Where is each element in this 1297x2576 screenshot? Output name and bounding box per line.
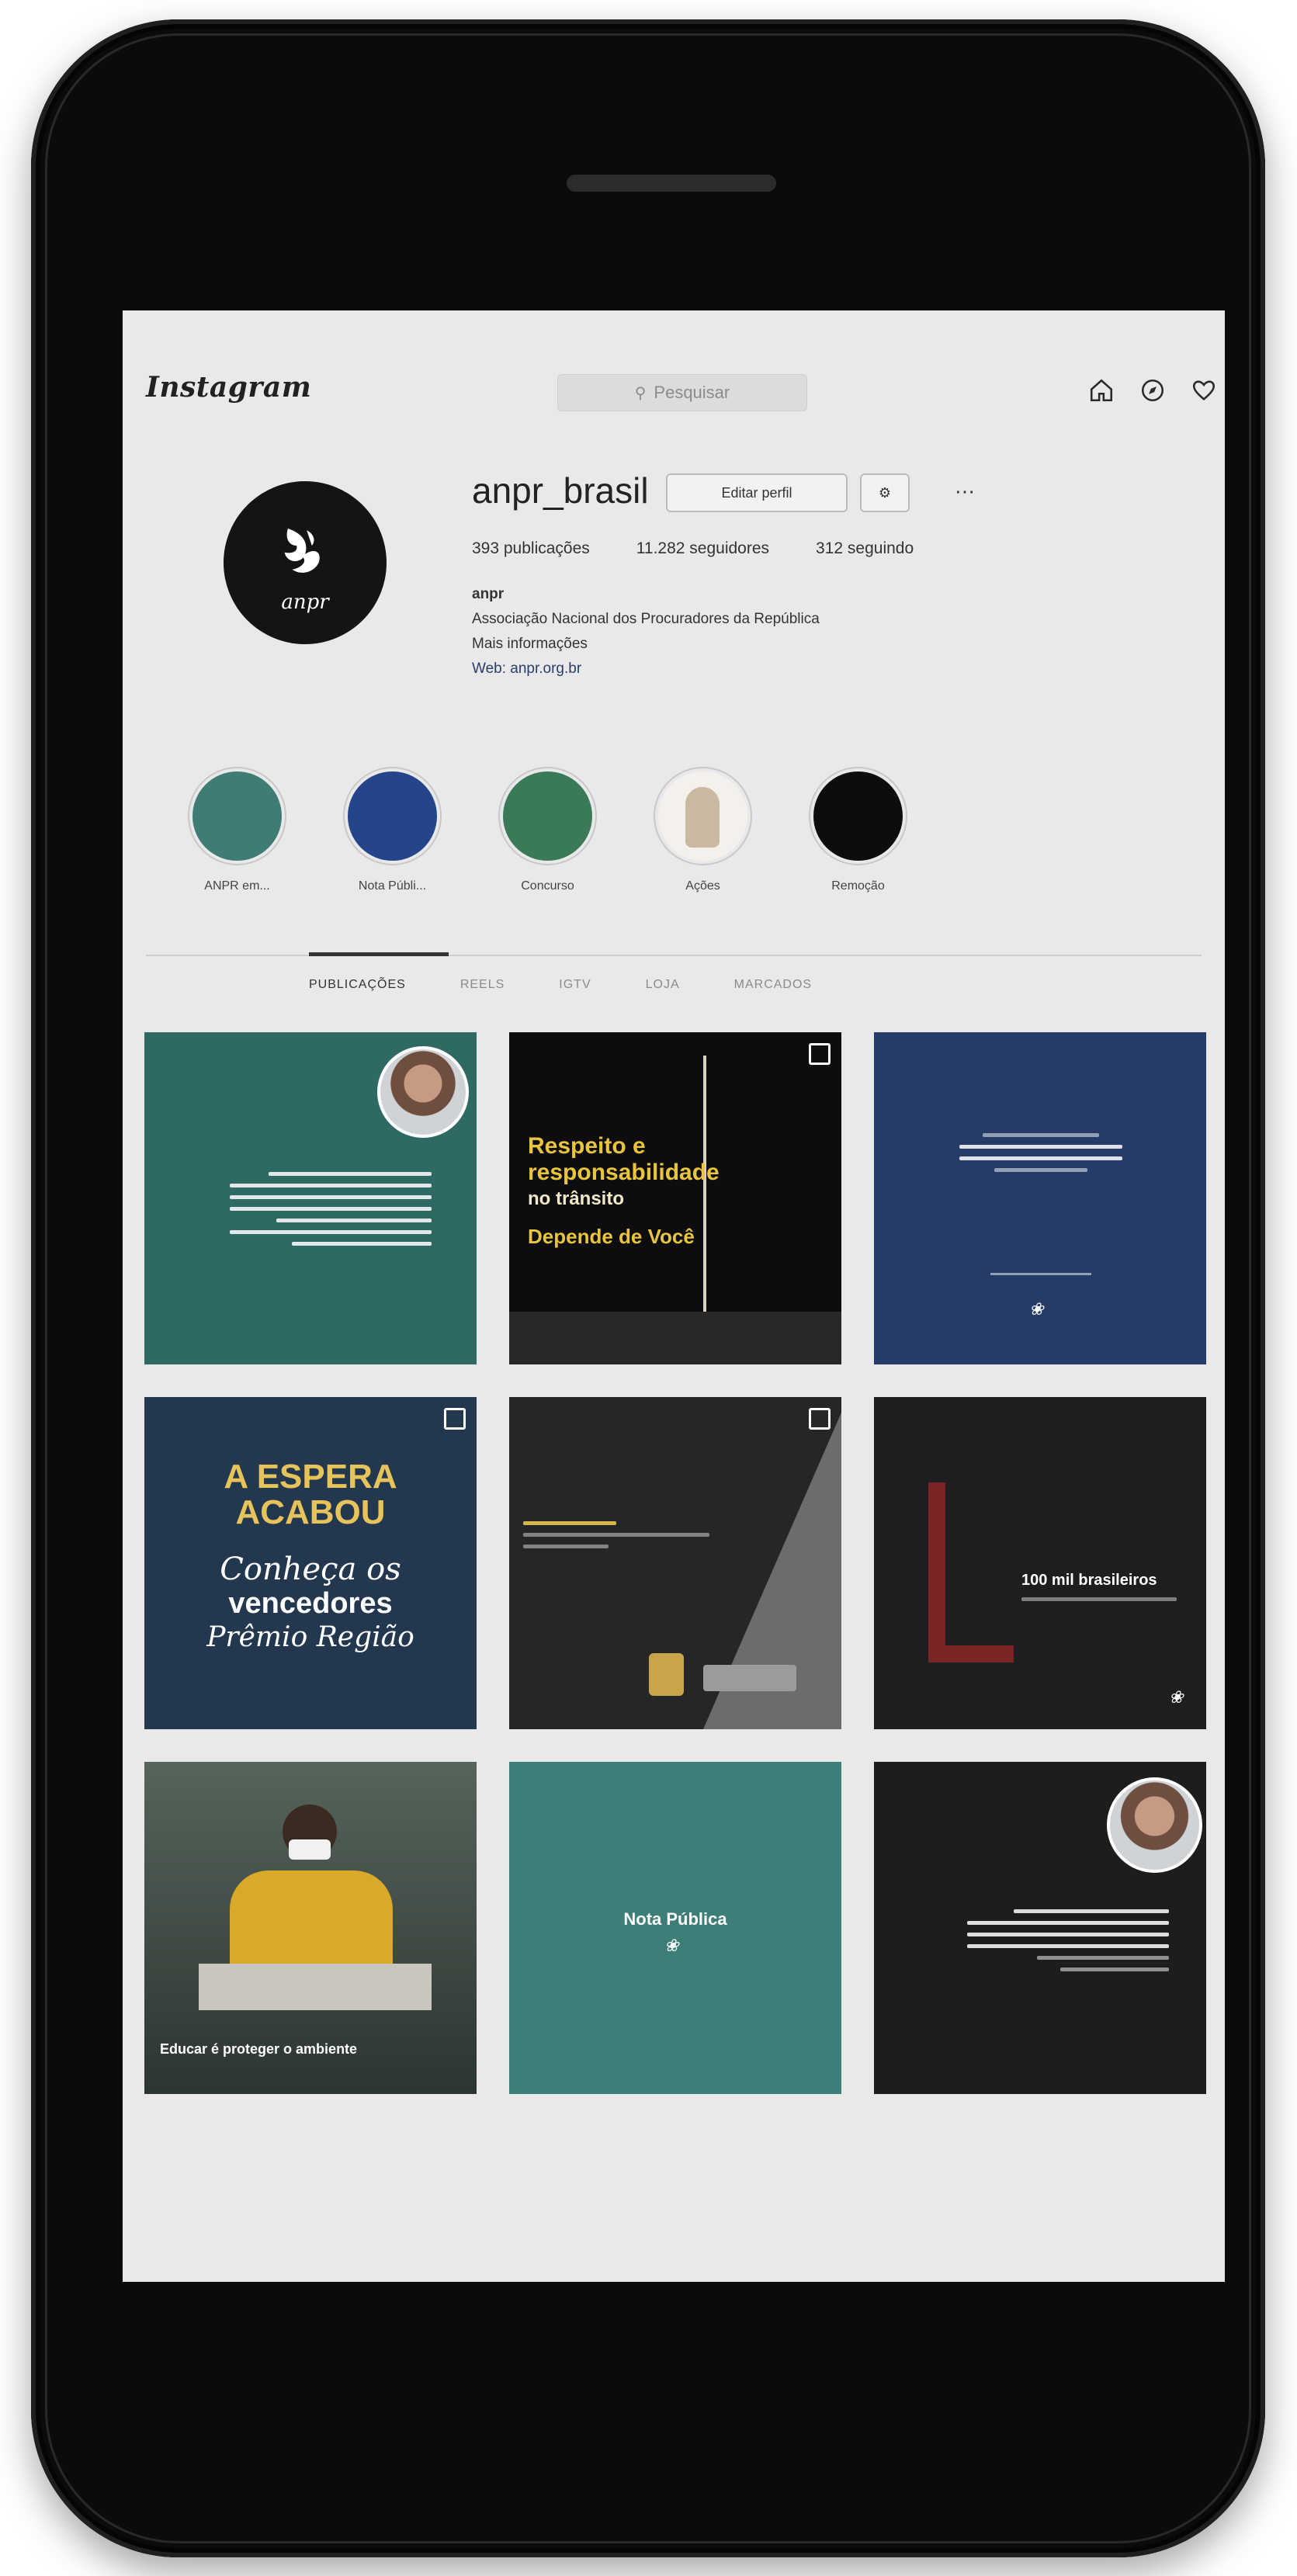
red-bar	[928, 1482, 945, 1661]
highlight-cover	[345, 768, 440, 864]
headline-line: ACABOU	[235, 1493, 386, 1531]
post-tile[interactable]: A ESPERA ACABOU Conheça os vencedores Pr…	[144, 1397, 477, 1729]
post-tile[interactable]	[509, 1397, 841, 1729]
posts-count[interactable]: 393 publicações	[472, 539, 590, 558]
post-caption: Educar é proteger o ambiente	[160, 2041, 358, 2057]
highlight-label: Ações	[685, 879, 720, 893]
explore-icon[interactable]	[1136, 374, 1169, 407]
divider	[990, 1273, 1091, 1275]
tab-igtv[interactable]: IGTV	[559, 978, 591, 992]
bio-line: Mais informações	[472, 636, 588, 652]
bio-link[interactable]: Web: anpr.org.br	[472, 657, 820, 681]
post-tile[interactable]: ❀	[874, 1032, 1206, 1364]
post-subheadline: Conheça os vencedores Prêmio Região	[144, 1552, 477, 1655]
headline-line: A ESPERA	[224, 1458, 397, 1496]
headline-line: responsabilidade	[528, 1160, 720, 1185]
story-highlights: ANPR em... Nota Públi... Concurso Ações …	[189, 768, 906, 893]
active-tab-indicator	[309, 952, 449, 956]
post-text-lines	[230, 1164, 432, 1253]
anpr-small-logo-icon: ❀	[1029, 1300, 1044, 1319]
profile-stats: 393 publicações 11.282 seguidores 312 se…	[472, 539, 914, 558]
post-tile[interactable]: 100 mil brasileiros ❀	[874, 1397, 1206, 1729]
anpr-logo-icon	[284, 529, 320, 573]
instagram-screen: Instagram ⚲ Pesquisar anpr anpr_brasil E…	[123, 310, 1225, 2282]
highlight-label: Nota Públi...	[358, 879, 427, 893]
followers-count[interactable]: 11.282 seguidores	[636, 539, 769, 558]
highlight-item[interactable]: Remoção	[810, 768, 906, 893]
subheadline-line: Prêmio Região	[206, 1621, 414, 1653]
highlight-cover	[810, 768, 906, 864]
profile-name: anpr	[472, 586, 505, 602]
profile-avatar[interactable]: anpr	[224, 481, 387, 644]
author-photo	[1107, 1777, 1202, 1873]
post-headline: Nota Pública	[623, 1909, 727, 1929]
post-text-lines	[523, 1513, 725, 1556]
highlight-item[interactable]: Nota Públi...	[345, 768, 440, 893]
post-headline: Respeito e responsabilidade no trânsito …	[528, 1133, 720, 1250]
following-count[interactable]: 312 seguindo	[816, 539, 914, 558]
post-tile[interactable]: Respeito e responsabilidade no trânsito …	[509, 1032, 841, 1364]
top-bar: Instagram ⚲ Pesquisar	[123, 310, 1225, 411]
more-options-button[interactable]: ⋯	[945, 473, 984, 509]
tabs-divider	[146, 955, 1202, 956]
highlight-label: ANPR em...	[204, 879, 270, 893]
post-tile[interactable]: Nota Pública ❀	[509, 1762, 841, 2094]
avatar-wordmark: anpr	[281, 591, 329, 614]
carousel-icon	[444, 1408, 466, 1430]
carousel-icon	[809, 1043, 831, 1065]
post-text-lines	[1021, 1590, 1177, 1609]
tab-publicacoes[interactable]: PUBLICAÇÕES	[309, 978, 406, 992]
highlight-item[interactable]: ANPR em...	[189, 768, 285, 893]
face-mask	[289, 1839, 331, 1860]
tab-reels[interactable]: REELS	[460, 978, 505, 992]
highlight-cover	[189, 768, 285, 864]
subheadline-line: Conheça os	[220, 1551, 401, 1587]
search-placeholder: Pesquisar	[654, 383, 730, 402]
desk	[199, 1964, 432, 2010]
settings-button[interactable]: ⚙	[860, 473, 910, 512]
post-headline: 100 mil brasileiros	[1021, 1572, 1157, 1589]
highlight-item[interactable]: Ações	[655, 768, 751, 893]
instagram-logo[interactable]: Instagram	[146, 371, 311, 404]
post-headline: A ESPERA ACABOU	[144, 1459, 477, 1531]
red-bar	[928, 1645, 1014, 1662]
nav-icons	[1085, 374, 1220, 407]
profile-tabs: PUBLICAÇÕES REELS IGTV LOJA MARCADOS	[309, 978, 812, 992]
headline-line: Respeito e	[528, 1133, 646, 1159]
highlight-cover	[655, 768, 751, 864]
gear-icon: ⚙	[878, 484, 892, 501]
home-icon[interactable]	[1085, 374, 1118, 407]
tab-loja[interactable]: LOJA	[646, 978, 680, 992]
award-badge	[649, 1653, 684, 1696]
search-icon: ⚲	[634, 384, 647, 402]
search-input[interactable]: ⚲ Pesquisar	[557, 374, 807, 411]
headline-line: Depende de Você	[528, 1225, 695, 1248]
headline-line: no trânsito	[528, 1188, 624, 1209]
post-tile[interactable]	[874, 1762, 1206, 2094]
phone-speaker	[567, 175, 776, 192]
highlight-label: Concurso	[521, 879, 574, 893]
profile-bio: anpr Associação Nacional dos Procuradore…	[472, 582, 820, 681]
edit-profile-button[interactable]: Editar perfil	[666, 473, 848, 512]
city-lights	[509, 1312, 841, 1364]
post-button-graphic	[703, 1665, 796, 1691]
post-tile[interactable]	[144, 1032, 477, 1364]
highlight-label: Remoção	[831, 879, 885, 893]
subheadline-line: vencedores	[228, 1587, 393, 1620]
anpr-small-logo-icon: ❀	[664, 1936, 679, 1956]
author-photo	[377, 1046, 469, 1138]
anpr-small-logo-icon: ❀	[1169, 1688, 1184, 1708]
highlight-item[interactable]: Concurso	[500, 768, 595, 893]
profile-username: anpr_brasil	[472, 470, 649, 511]
bio-line: Associação Nacional dos Procuradores da …	[472, 611, 820, 627]
post-text-lines	[959, 1125, 1122, 1180]
highlight-cover	[500, 768, 595, 864]
student-sweater	[230, 1870, 393, 1979]
post-tile[interactable]: Educar é proteger o ambiente	[144, 1762, 477, 2094]
post-text-lines	[967, 1902, 1169, 1979]
tab-marcados[interactable]: MARCADOS	[734, 978, 812, 992]
heart-icon[interactable]	[1188, 374, 1220, 407]
dots-icon: ⋯	[955, 479, 975, 503]
